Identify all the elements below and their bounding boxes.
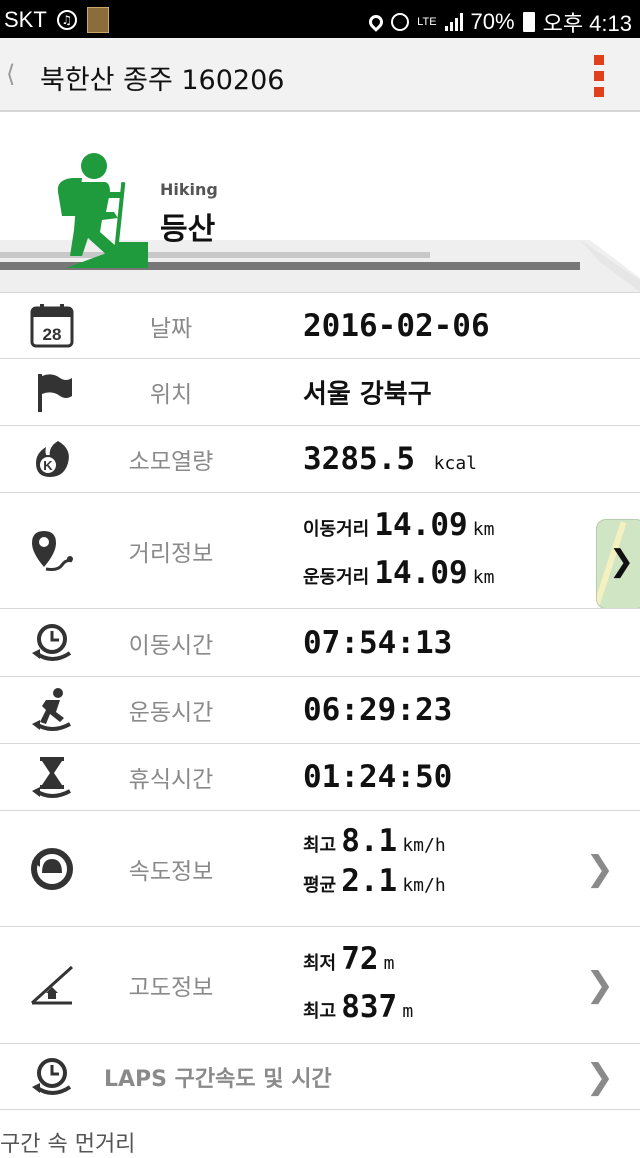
exercise-distance-unit: km <box>472 567 495 588</box>
row-altitude[interactable]: 고도정보 최저 72 m 최고 837 m ❯ <box>0 926 640 1043</box>
move-distance-value: 14.09 <box>374 507 468 543</box>
location-value: 서울 강북구 <box>303 379 432 410</box>
svg-text:K: K <box>43 458 53 473</box>
avg-speed-tag: 평균 <box>303 875 337 896</box>
speed-chevron-icon[interactable]: ❯ <box>586 849 615 889</box>
min-altitude-value: 72 <box>341 941 379 977</box>
avg-speed-line: 평균 2.1 km/h <box>303 863 446 899</box>
max-speed-value: 8.1 <box>341 823 398 859</box>
distance-label: 거리정보 <box>128 540 214 567</box>
location-label: 위치 <box>149 382 193 408</box>
rest-time-label: 휴식시간 <box>128 767 214 793</box>
route-pin-icon <box>32 530 73 571</box>
thumbnail-icon <box>86 7 109 33</box>
speed-label: 속도정보 <box>128 858 214 885</box>
alarm-icon <box>391 13 410 31</box>
min-altitude-line: 최저 72 m <box>303 941 394 977</box>
status-bar: SKT ♫ LTE 70% 오후 4:13 <box>0 0 640 38</box>
date-value: 2016-02-06 <box>303 307 490 344</box>
activity-title: 등산 <box>160 212 216 247</box>
row-exercise-time: 운동시간 06:29:23 <box>0 676 640 743</box>
row-laps[interactable]: LAPS 구간속도 및 시간 ❯ <box>0 1043 640 1109</box>
title-bar: ⟨ 북한산 종주 160206 <box>0 38 640 112</box>
row-move-time: 이동시간 07:54:13 <box>0 608 640 676</box>
hourglass-icon <box>32 757 71 798</box>
calories-unit: kcal <box>433 453 478 474</box>
rest-time-value: 01:24:50 <box>303 759 453 795</box>
battery-percent: 70% <box>470 9 515 34</box>
date-label: 날짜 <box>149 315 193 342</box>
activity-sub-label: Hiking <box>160 180 218 199</box>
speedometer-icon <box>31 847 73 890</box>
altitude-chevron-icon[interactable]: ❯ <box>586 965 615 1005</box>
runner-icon <box>32 688 71 731</box>
max-altitude-unit: m <box>402 1001 414 1022</box>
carrier-label: SKT <box>4 7 47 32</box>
move-distance-line: 이동거리 14.09 km <box>303 507 494 543</box>
min-altitude-unit: m <box>383 953 395 974</box>
avg-speed-value: 2.1 <box>341 863 398 899</box>
min-altitude-tag: 최저 <box>303 953 337 974</box>
partial-bottom-text: 구간 속 먼거리 <box>0 1132 136 1157</box>
status-left: SKT ♫ <box>4 7 109 33</box>
calendar-icon: 28 <box>30 303 74 347</box>
move-time-label: 이동시간 <box>128 632 214 659</box>
back-chevron-icon[interactable]: ⟨ <box>6 60 15 88</box>
calories-value-wrap: 3285.5 kcal <box>303 441 477 477</box>
hiker-icon <box>57 153 148 268</box>
battery-icon <box>522 12 535 32</box>
location-icon <box>366 12 387 32</box>
max-speed-tag: 최고 <box>303 835 337 856</box>
move-distance-tag: 이동거리 <box>303 519 370 540</box>
calories-label: 소모열량 <box>128 449 214 475</box>
altitude-label: 고도정보 <box>128 975 214 1001</box>
page-title: 북한산 종주 160206 <box>40 65 285 96</box>
activity-header: Hiking 등산 <box>0 112 640 292</box>
row-speed[interactable]: 속도정보 최고 8.1 km/h 평균 2.1 km/h ❯ <box>0 810 640 926</box>
flag-icon <box>38 374 72 412</box>
row-location: 위치 서울 강북구 <box>0 358 640 425</box>
clock-return-icon <box>32 623 72 661</box>
altitude-icon <box>30 965 74 1005</box>
max-altitude-tag: 최고 <box>303 1001 337 1022</box>
calorie-icon: K <box>36 441 69 477</box>
calories-value: 3285.5 <box>303 441 415 477</box>
exercise-distance-line: 운동거리 14.09 km <box>303 555 494 591</box>
max-speed-unit: km/h <box>402 835 446 856</box>
laps-label: LAPS 구간속도 및 시간 <box>104 1066 332 1092</box>
music-icon: ♫ <box>56 10 77 30</box>
exercise-time-value: 06:29:23 <box>303 692 453 728</box>
row-calories: K 소모열량 3285.5 kcal <box>0 425 640 492</box>
signal-icon <box>444 13 463 31</box>
row-date: 28 날짜 2016-02-06 <box>0 292 640 358</box>
exercise-time-label: 운동시간 <box>128 700 214 726</box>
max-altitude-value: 837 <box>341 989 398 1025</box>
calendar-day: 28 <box>43 325 62 344</box>
move-time-value: 07:54:13 <box>303 624 453 661</box>
status-right: LTE 70% 오후 4:13 <box>366 6 632 38</box>
more-vertical-icon[interactable] <box>594 55 606 97</box>
info-list: 28 날짜 2016-02-06 위치 서울 강북구 K 소모열량 3285.5… <box>0 292 640 1139</box>
exercise-distance-tag: 운동거리 <box>303 567 370 588</box>
map-thumbnail-icon[interactable]: ❯ <box>596 519 640 609</box>
laps-chevron-icon[interactable]: ❯ <box>586 1057 615 1097</box>
row-distance[interactable]: 거리정보 이동거리 14.09 km 운동거리 14.09 km ❯ <box>0 492 640 609</box>
laps-clock-icon <box>32 1057 72 1095</box>
clock-time: 오후 4:13 <box>542 11 632 36</box>
max-altitude-line: 최고 837 m <box>303 989 413 1025</box>
row-rest-time: 휴식시간 01:24:50 <box>0 743 640 810</box>
move-distance-unit: km <box>472 519 495 540</box>
avg-speed-unit: km/h <box>402 875 446 896</box>
exercise-distance-value: 14.09 <box>374 555 468 591</box>
max-speed-line: 최고 8.1 km/h <box>303 823 446 859</box>
lte-icon: LTE <box>417 16 437 28</box>
